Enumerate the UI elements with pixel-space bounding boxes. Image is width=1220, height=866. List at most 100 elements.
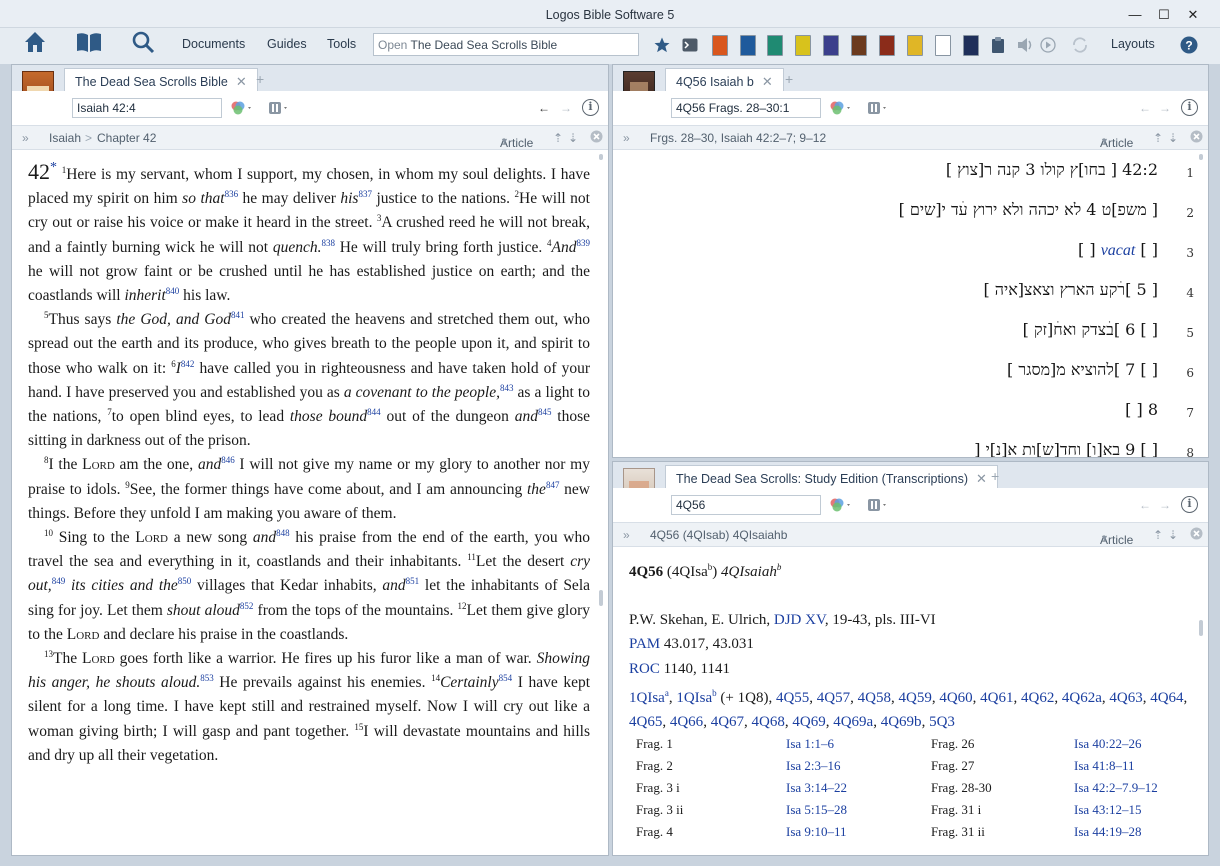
guides-menu[interactable]: Guides	[267, 37, 307, 51]
isaiah-reference-link[interactable]: Isa 2:3–16	[786, 758, 841, 774]
maximize-button[interactable]: ☐	[1153, 5, 1175, 25]
djd-link[interactable]: DJD XV	[774, 612, 825, 628]
panel-menu-icon[interactable]	[268, 100, 292, 119]
footnote-marker[interactable]: 841	[231, 310, 245, 320]
isaiah-reference-link[interactable]: Isa 1:1–6	[786, 736, 834, 752]
tools-menu[interactable]: Tools	[327, 37, 356, 51]
resource-shortcut-icon[interactable]	[823, 35, 839, 56]
manuscript-link[interactable]: 4Q62	[1021, 690, 1054, 706]
isaiah-reference-link[interactable]: Isa 3:14–22	[786, 780, 847, 796]
previous-section-icon[interactable]: ⇡	[553, 131, 563, 145]
scrollbar-top[interactable]	[599, 154, 603, 160]
manuscript-link[interactable]: 4Q69a	[833, 714, 873, 730]
footnote-marker[interactable]: 854	[499, 673, 513, 683]
manuscript-link[interactable]: 4Q69b	[881, 714, 922, 730]
new-tab-icon[interactable]: +	[785, 71, 793, 87]
forward-arrow-icon[interactable]: →	[560, 101, 572, 115]
go-box-input[interactable]: Open The Dead Sea Scrolls Bible	[373, 33, 639, 56]
manuscript-link[interactable]: 1QIsab	[676, 688, 716, 706]
manuscript-link[interactable]: 4Q67	[711, 714, 744, 730]
manuscript-link[interactable]: 4Q64	[1150, 690, 1183, 706]
footnote-marker[interactable]: 839	[576, 238, 590, 248]
footnote-marker[interactable]: 852	[240, 601, 254, 611]
visual-filters-icon[interactable]	[829, 497, 853, 516]
command-box-icon[interactable]	[680, 34, 700, 56]
next-section-icon[interactable]: ⇣	[1168, 131, 1178, 145]
tab-4q56-isaiah-b[interactable]: 4Q56 Isaiah b ✕	[665, 68, 784, 91]
tab-dead-sea-scrolls-bible[interactable]: The Dead Sea Scrolls Bible ✕	[64, 68, 258, 91]
isaiah-reference-link[interactable]: Isa 41:8–11	[1074, 758, 1135, 774]
isaiah-reference-link[interactable]: Isa 42:2–7.9–12	[1074, 780, 1158, 796]
audio-speaker-icon[interactable]	[1016, 34, 1036, 56]
chapter-note-marker[interactable]: *	[50, 160, 57, 175]
next-section-icon[interactable]: ⇣	[1168, 528, 1178, 542]
isaiah-reference-link[interactable]: Isa 9:10–11	[786, 824, 847, 840]
next-section-icon[interactable]: ⇣	[568, 131, 578, 145]
resource-shortcut-icon[interactable]	[712, 35, 728, 56]
scrollbar-thumb[interactable]	[1199, 620, 1203, 636]
close-tab-icon[interactable]: ✕	[976, 471, 987, 486]
new-tab-icon[interactable]: +	[256, 71, 264, 87]
roc-link[interactable]: ROC	[629, 661, 660, 677]
footnote-marker[interactable]: 849	[52, 576, 66, 586]
manuscript-link[interactable]: 4Q65	[629, 714, 662, 730]
manuscript-link[interactable]: 1QIsaa	[629, 688, 669, 706]
search-icon[interactable]	[118, 18, 168, 66]
isaiah-reference-link[interactable]: Isa 40:22–26	[1074, 736, 1142, 752]
reference-input[interactable]: Isaiah 42:4	[72, 98, 222, 118]
resource-shortcut-icon[interactable]	[879, 35, 895, 56]
footnote-marker[interactable]: 853	[200, 673, 214, 683]
clipboard-icon[interactable]	[988, 34, 1008, 56]
back-arrow-icon[interactable]: ←	[1139, 101, 1151, 115]
manuscript-link[interactable]: 4Q55	[776, 690, 809, 706]
new-tab-icon[interactable]: +	[991, 468, 999, 484]
forward-arrow-icon[interactable]: →	[1159, 101, 1171, 115]
sync-icon[interactable]	[1070, 34, 1090, 56]
footnote-marker[interactable]: 845	[538, 407, 552, 417]
footnote-marker[interactable]: 850	[178, 576, 192, 586]
manuscript-link[interactable]: 4Q62a	[1062, 690, 1102, 706]
close-panel-icon[interactable]	[1190, 527, 1203, 543]
breadcrumb-location[interactable]: Frgs. 28–30, Isaiah 42:2–7; 9–12	[650, 131, 826, 145]
close-tab-icon[interactable]: ✕	[236, 74, 247, 89]
back-arrow-icon[interactable]: ←	[1139, 498, 1151, 512]
tab-study-edition[interactable]: The Dead Sea Scrolls: Study Edition (Tra…	[665, 465, 998, 488]
reference-input[interactable]: 4Q56 Frags. 28–30:1	[671, 98, 821, 118]
info-icon[interactable]: i	[1181, 496, 1198, 513]
expand-icon[interactable]: »	[22, 131, 29, 145]
footnote-marker[interactable]: 836	[225, 189, 239, 199]
forward-arrow-icon[interactable]: →	[1159, 498, 1171, 512]
previous-section-icon[interactable]: ⇡	[1153, 528, 1163, 542]
back-arrow-icon[interactable]: ←	[538, 101, 550, 115]
footnote-marker[interactable]: 840	[166, 286, 180, 296]
pam-link[interactable]: PAM	[629, 636, 660, 652]
footnote-marker[interactable]: 838	[321, 238, 335, 248]
isaiah-reference-link[interactable]: Isa 43:12–15	[1074, 802, 1142, 818]
close-window-button[interactable]: ✕	[1182, 5, 1204, 25]
manuscript-link[interactable]: 5Q3	[929, 714, 955, 730]
panel-menu-icon[interactable]	[867, 497, 891, 516]
footnote-marker[interactable]: 848	[276, 528, 290, 538]
reference-input[interactable]: 4Q56	[671, 495, 821, 515]
manuscript-link[interactable]: 4Q58	[858, 690, 891, 706]
manuscript-link[interactable]: 4Q69	[792, 714, 825, 730]
footnote-marker[interactable]: 846	[221, 455, 235, 465]
isaiah-reference-link[interactable]: Isa 44:19–28	[1074, 824, 1142, 840]
footnote-marker[interactable]: 851	[406, 576, 420, 586]
close-tab-icon[interactable]: ✕	[762, 74, 773, 89]
info-icon[interactable]: i	[582, 99, 599, 116]
scrollbar-thumb[interactable]	[599, 590, 603, 606]
footnote-marker[interactable]: 844	[367, 407, 381, 417]
resource-shortcut-icon[interactable]	[740, 35, 756, 56]
visual-filters-icon[interactable]	[230, 100, 254, 119]
manuscript-link[interactable]: 4Q61	[980, 690, 1013, 706]
isaiah-reference-link[interactable]: Isa 5:15–28	[786, 802, 847, 818]
close-panel-icon[interactable]	[590, 130, 603, 146]
expand-icon[interactable]: »	[623, 131, 630, 145]
minimize-button[interactable]: —	[1124, 5, 1146, 25]
manuscript-link[interactable]: 4Q59	[898, 690, 931, 706]
favorites-star-icon[interactable]	[652, 34, 672, 56]
previous-section-icon[interactable]: ⇡	[1153, 131, 1163, 145]
manuscript-link[interactable]: 4Q68	[752, 714, 785, 730]
info-icon[interactable]: i	[1181, 99, 1198, 116]
